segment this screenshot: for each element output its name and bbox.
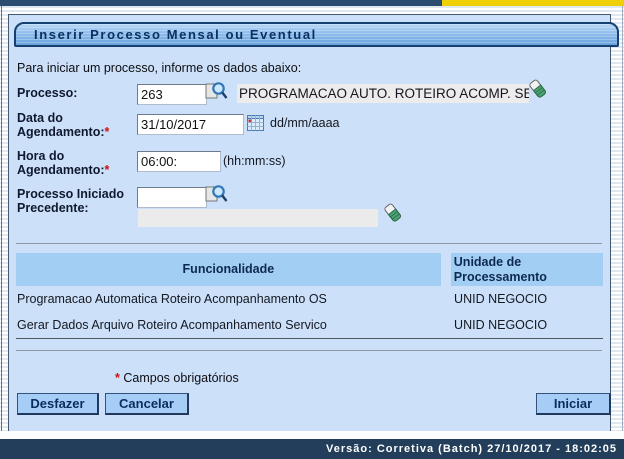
processo-precedente-input[interactable]: [137, 187, 207, 208]
required-note-text: Campos obrigatórios: [123, 371, 238, 385]
iniciar-button[interactable]: Iniciar: [536, 393, 611, 415]
label-data-agendamento-text: Data do Agendamento:: [17, 111, 105, 139]
label-processo-precedente: Processo Iniciado Precedente:: [17, 187, 137, 215]
label-processo-text: Processo:: [17, 86, 77, 100]
version-bar: Versão: Corretiva (Batch) 27/10/2017 - 1…: [0, 439, 624, 459]
table-header-row: Funcionalidade Unidade de Processamento: [16, 253, 603, 286]
label-data-agendamento: Data do Agendamento:*: [17, 111, 137, 139]
cell-funcionalidade: Programacao Automatica Roteiro Acompanha…: [16, 292, 441, 306]
required-note: * Campos obrigatórios: [115, 371, 239, 385]
required-asterisk: *: [105, 125, 110, 139]
search-icon[interactable]: [205, 81, 228, 102]
label-hora-agendamento-text: Hora do Agendamento:: [17, 149, 105, 177]
date-format-hint: dd/mm/aaaa: [270, 116, 339, 130]
top-accent-bar: [0, 0, 442, 6]
label-processo-precedente-text: Processo Iniciado Precedente:: [17, 187, 124, 215]
window-edge-left: [1, 6, 2, 439]
main-panel: Inserir Processo Mensal ou Eventual Para…: [8, 14, 611, 433]
processo-name-display: PROGRAMACAO AUTO. ROTEIRO ACOMP. SE: [237, 84, 529, 103]
window-edge-right: [622, 6, 623, 439]
cell-unidade: UNID NEGOCIO: [451, 318, 603, 332]
search-icon[interactable]: [205, 184, 228, 205]
table-row: Programacao Automatica Roteiro Acompanha…: [16, 286, 603, 312]
desfazer-button[interactable]: Desfazer: [17, 393, 99, 415]
table-header-unidade: Unidade de Processamento: [451, 253, 603, 286]
data-agendamento-input[interactable]: [137, 114, 244, 135]
footer-gap: [0, 431, 624, 439]
calendar-icon[interactable]: [247, 115, 264, 131]
divider: [16, 350, 602, 351]
cell-funcionalidade: Gerar Dados Arquivo Roteiro Acompanhamen…: [16, 318, 441, 332]
eraser-icon[interactable]: [527, 77, 549, 101]
page-title: Inserir Processo Mensal ou Eventual: [14, 22, 619, 47]
processo-input[interactable]: [137, 84, 207, 105]
label-processo: Processo:: [17, 86, 137, 100]
label-hora-agendamento: Hora do Agendamento:*: [17, 149, 137, 177]
table-header-funcionalidade: Funcionalidade: [16, 253, 441, 286]
required-asterisk: *: [115, 371, 120, 385]
hora-agendamento-input[interactable]: [137, 151, 221, 172]
processo-precedente-display: [138, 209, 378, 227]
time-format-hint: (hh:mm:ss): [223, 154, 286, 168]
table-row: Gerar Dados Arquivo Roteiro Acompanhamen…: [16, 312, 603, 338]
cancelar-button[interactable]: Cancelar: [105, 393, 189, 415]
cell-unidade: UNID NEGOCIO: [451, 292, 603, 306]
divider: [16, 243, 602, 244]
functionality-table: Funcionalidade Unidade de Processamento …: [16, 253, 603, 339]
eraser-icon[interactable]: [382, 201, 404, 225]
required-asterisk: *: [105, 163, 110, 177]
top-accent-bar-yellow: [442, 0, 624, 6]
page: Inserir Processo Mensal ou Eventual Para…: [0, 0, 624, 459]
intro-text: Para iniciar um processo, informe os dad…: [17, 61, 301, 75]
